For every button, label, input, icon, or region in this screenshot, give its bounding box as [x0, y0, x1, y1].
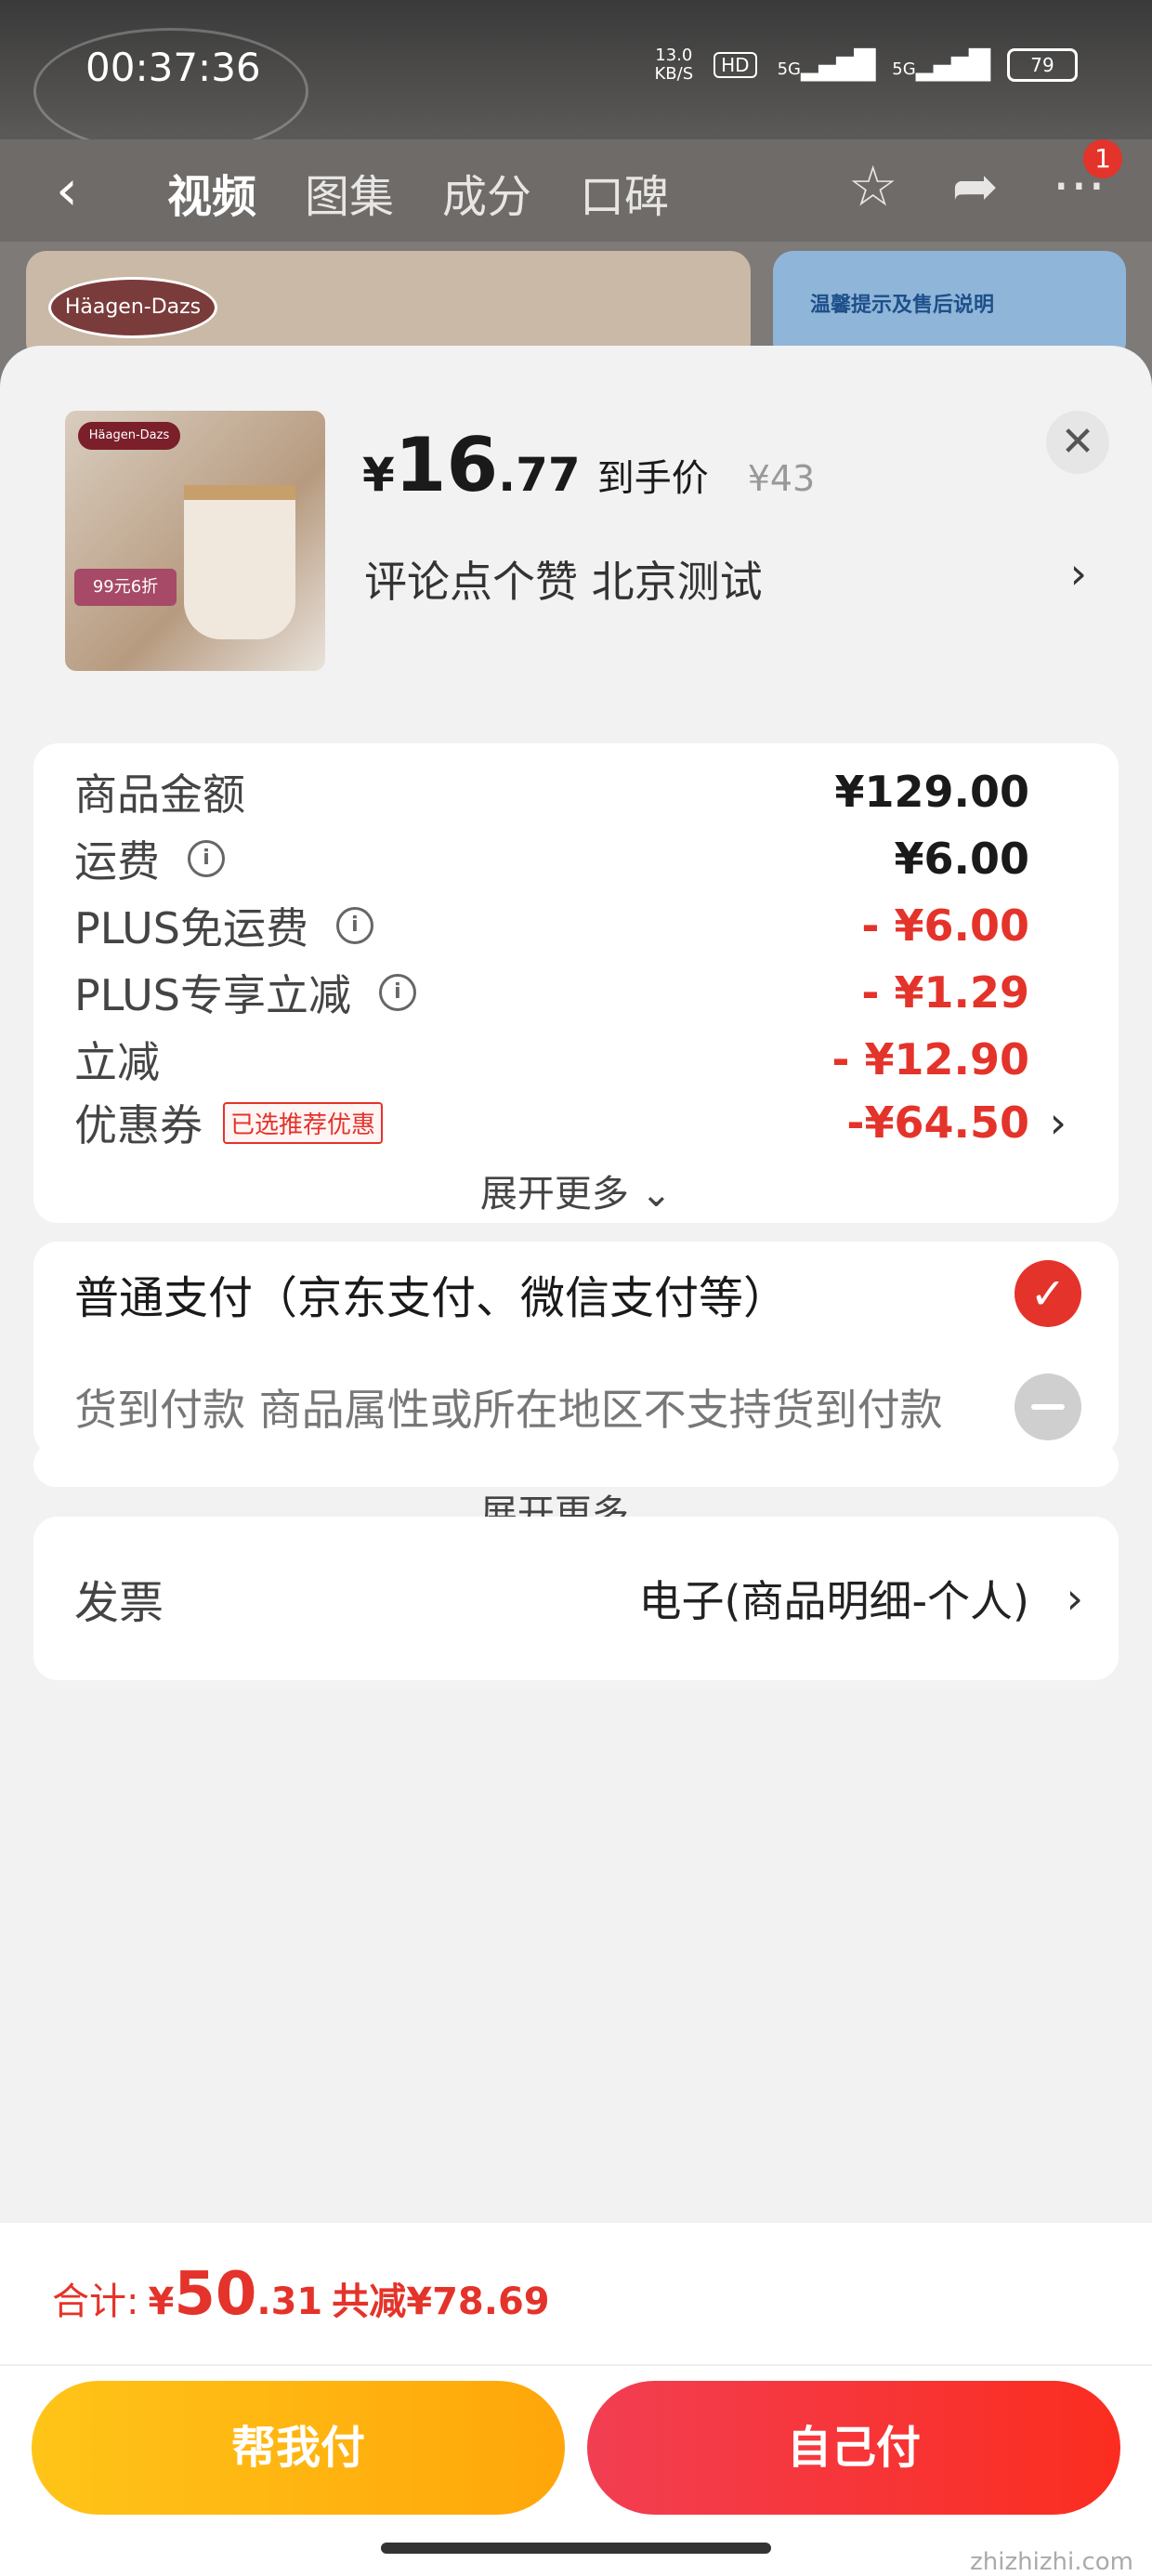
disabled-icon: [1015, 1373, 1081, 1440]
total-decimal: .31: [256, 2280, 323, 2323]
signal-2-label: 5G: [892, 59, 916, 79]
close-button[interactable]: ✕: [1046, 411, 1109, 474]
original-price: ¥43: [747, 458, 816, 499]
payment-option-cod: 货到付款 商品属性或所在地区不支持货到付款: [74, 1373, 1081, 1440]
payment-option-normal[interactable]: 普通支付（京东支付、微信支付等） ✓: [74, 1260, 1081, 1327]
expand-more-button[interactable]: 展开更多 ⌄: [33, 1163, 1119, 1217]
signal-icon: 5G▂▄▆█: [777, 48, 876, 82]
row-value: ¥129.00: [834, 767, 1029, 817]
notice-title: 温馨提示及售后说明: [810, 294, 995, 317]
home-indicator[interactable]: [381, 2543, 771, 2554]
final-price-label: 到手价: [596, 457, 709, 500]
coupon-tag: 已选推荐优惠: [223, 1101, 384, 1144]
row-label: 优惠券: [74, 1100, 203, 1150]
net-speed-unit: KB/S: [654, 64, 694, 84]
row-label-wrap: PLUS免运费 i: [74, 895, 373, 956]
row-label-wrap: 运费 i: [74, 828, 225, 889]
nav-actions: ☆ ➦ ···: [848, 154, 1106, 219]
price-decimal: .77: [498, 448, 581, 502]
close-icon: ✕: [1060, 418, 1095, 466]
price-integer: 16: [394, 422, 499, 508]
row-value: - ¥12.90: [831, 1034, 1029, 1084]
price-currency: ¥: [362, 448, 395, 502]
thumb-discount-tag: 99元6折: [74, 569, 177, 606]
net-speed: 13.0 KB/S: [654, 46, 693, 84]
breakdown-row: 商品金额 ¥129.00: [74, 755, 1029, 829]
chevron-right-icon[interactable]: ›: [1070, 548, 1087, 598]
hd-icon: HD: [713, 52, 757, 78]
expand-label: 展开更多: [479, 1173, 629, 1216]
product-image: Häagen-Dazs 99元6折: [65, 411, 325, 671]
status-bar: 00:37:36 13.0 KB/S HD 5G▂▄▆█ 5G▂▄▆█ 79: [0, 0, 1152, 154]
status-time: 00:37:36: [85, 45, 261, 90]
row-label: 商品金额: [74, 769, 245, 820]
watermark: zhizhizhi.com: [970, 2548, 1133, 2576]
row-label-wrap: 优惠券 已选推荐优惠: [74, 1092, 384, 1153]
total-row: 合计: ¥ 50 .31 共减¥78.69: [52, 2260, 550, 2329]
invoice-label: 发票: [74, 1577, 164, 1629]
divider: [0, 2364, 1152, 2366]
info-icon[interactable]: i: [188, 840, 225, 877]
breakdown-row: PLUS专享立减 i - ¥1.29: [74, 955, 1029, 1030]
price-row: ¥ 16 .77 到手价 ¥43: [362, 422, 815, 508]
row-label: 运费: [74, 836, 160, 887]
net-speed-value: 13.0: [655, 46, 693, 65]
payment-option-label: 货到付款 商品属性或所在地区不支持货到付款: [74, 1385, 943, 1435]
tab-reviews[interactable]: 口碑: [580, 160, 669, 225]
info-icon[interactable]: i: [335, 907, 373, 944]
tab-video[interactable]: 视频: [167, 160, 256, 225]
info-icon[interactable]: i: [378, 974, 416, 1011]
invoice-value: 电子(商品明细-个人): [638, 1576, 1030, 1626]
total-saved: 共减¥78.69: [332, 2280, 550, 2323]
tab-gallery[interactable]: 图集: [305, 160, 394, 225]
row-value: - ¥6.00: [861, 900, 1029, 951]
row-label: PLUS免运费: [74, 903, 308, 953]
chevron-down-icon: ⌄: [640, 1173, 673, 1216]
notification-badge: 1: [1083, 139, 1122, 178]
ice-cream-cup-image: [184, 485, 295, 639]
signal-1-label: 5G: [777, 59, 801, 79]
checkmark-icon[interactable]: ✓: [1015, 1260, 1081, 1327]
total-integer: 50: [174, 2260, 257, 2329]
coupon-row[interactable]: 优惠券 已选推荐优惠 -¥64.50 ›: [74, 1085, 1067, 1160]
product-description[interactable]: 评论点个赞 北京测试: [364, 548, 763, 610]
share-icon[interactable]: ➦: [952, 154, 999, 219]
breakdown-row: 运费 i ¥6.00: [74, 821, 1029, 896]
breakdown-row: PLUS免运费 i - ¥6.00: [74, 888, 1029, 963]
total-label: 合计:: [52, 2280, 139, 2323]
checkout-footer: 合计: ¥ 50 .31 共减¥78.69 帮我付 自己付 zhizhizhi.…: [0, 2223, 1152, 2576]
tab-bar: 视频 图集 成分 口碑: [167, 160, 669, 225]
chevron-right-icon[interactable]: ›: [1067, 1573, 1083, 1623]
row-label: 立减: [74, 1037, 160, 1087]
row-label: PLUS专享立减: [74, 970, 351, 1020]
thumb-brand-logo: Häagen-Dazs: [78, 422, 180, 450]
star-icon[interactable]: ☆: [848, 154, 898, 219]
total-currency: ¥: [148, 2280, 175, 2323]
banner-brand-logo: Häagen-Dazs: [48, 277, 217, 338]
self-pay-button[interactable]: 自己付: [587, 2381, 1120, 2515]
invoice-row[interactable]: 发票 电子(商品明细-个人) ›: [74, 1517, 1083, 1680]
back-chevron-icon[interactable]: ‹: [56, 158, 78, 223]
payment-card: 普通支付（京东支付、微信支付等） ✓ 货到付款 商品属性或所在地区不支持货到付款: [33, 1242, 1119, 1455]
battery-icon: 79: [1007, 48, 1078, 82]
row-value: -¥64.50: [846, 1097, 1029, 1148]
help-pay-button[interactable]: 帮我付: [32, 2381, 565, 2515]
row-label-wrap: PLUS专享立减 i: [74, 962, 416, 1023]
invoice-card[interactable]: 发票 电子(商品明细-个人) ›: [33, 1517, 1119, 1680]
row-value: ¥6.00: [894, 834, 1029, 884]
chevron-right-icon[interactable]: ›: [1050, 1097, 1067, 1148]
top-nav: ‹ 视频 图集 成分 口碑 ☆ ➦ ··· 1: [0, 139, 1152, 242]
payment-option-label: 普通支付（京东支付、微信支付等）: [74, 1272, 789, 1324]
tab-ingredients[interactable]: 成分: [442, 160, 531, 225]
signal-icon-2: 5G▂▄▆█: [892, 48, 990, 82]
row-value: - ¥1.29: [861, 967, 1029, 1018]
payment-card-bottom: [33, 1442, 1119, 1487]
status-icons: 13.0 KB/S HD 5G▂▄▆█ 5G▂▄▆█ 79: [654, 46, 1078, 84]
price-breakdown-card: 商品金额 ¥129.00 运费 i ¥6.00 PLUS免运费 i - ¥6.00 …: [33, 743, 1119, 1223]
